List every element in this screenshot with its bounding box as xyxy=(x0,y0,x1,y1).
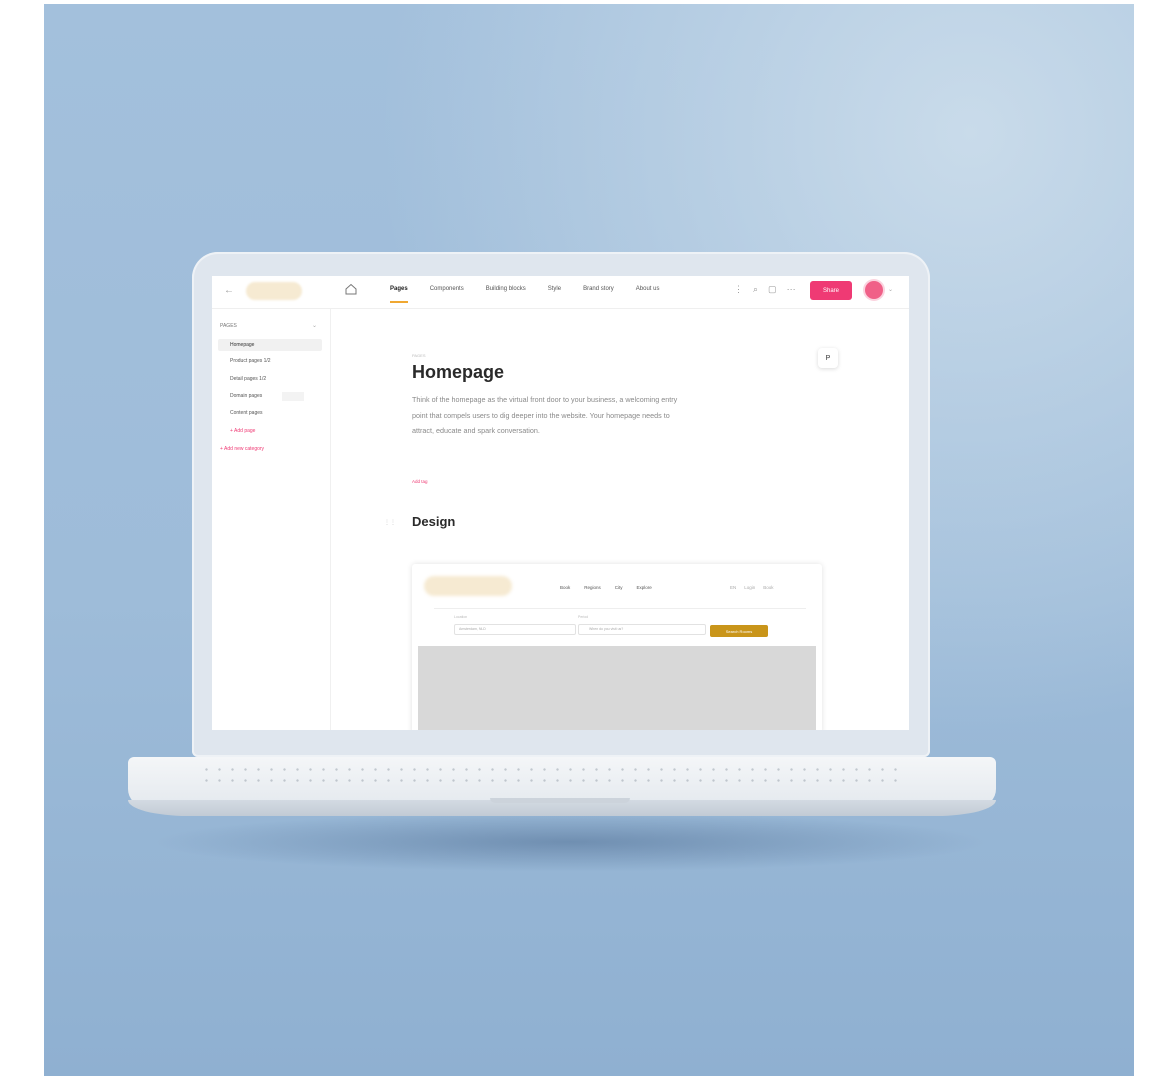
sidebar-item-badge xyxy=(282,392,304,401)
preview-nav: Book Regions City Explore xyxy=(560,585,652,590)
page-title: Homepage xyxy=(412,362,505,382)
collapse-icon[interactable]: ⌄ xyxy=(312,322,317,329)
laptop-screen: ← Pages Components Building blocks Style… xyxy=(212,276,909,730)
tab-building-blocks[interactable]: Building blocks xyxy=(486,286,526,292)
layout-icon[interactable]: ▢ xyxy=(768,284,777,295)
preview-nav-item: City xyxy=(614,585,623,590)
sidebar-item-domain-pages[interactable]: Domain pages xyxy=(230,393,262,399)
preview-field-placeholder: Amsterdam, NLD xyxy=(459,627,486,631)
app-topbar: ← Pages Components Building blocks Style… xyxy=(212,276,909,309)
preview-field-label: Location xyxy=(454,615,468,619)
search-icon[interactable]: ⌕ xyxy=(753,284,758,295)
share-button[interactable]: Share xyxy=(810,281,852,300)
preview-search-form: Location Amsterdam, NLD Period When do y… xyxy=(434,608,806,645)
page-intro: Think of the homepage as the virtual fro… xyxy=(412,395,678,435)
tab-brand-story[interactable]: Brand story xyxy=(583,286,614,292)
preview-logo xyxy=(424,576,512,596)
sidebar-item-label: Homepage xyxy=(230,342,255,348)
sidebar-item-product-pages[interactable]: Product pages 1/2 xyxy=(230,358,271,364)
add-category-link[interactable]: + Add new category xyxy=(220,446,264,452)
preview-tool: Book xyxy=(763,585,774,590)
tab-about-us[interactable]: About us xyxy=(636,286,660,292)
tab-components[interactable]: Components xyxy=(430,286,464,292)
add-tag-link[interactable]: Add tag xyxy=(412,479,428,484)
drag-handle-icon[interactable]: ⋮⋮ xyxy=(384,519,396,526)
more-horizontal-icon[interactable]: ⋯ xyxy=(787,284,796,295)
preview-search-button: Search Rooms xyxy=(710,625,768,637)
avatar[interactable] xyxy=(865,281,883,299)
preview-nav-item: Book xyxy=(560,585,571,590)
sidebar-item-homepage[interactable]: Homepage xyxy=(218,339,322,351)
preview-nav-item: Regions xyxy=(584,585,601,590)
sidebar-item-detail-pages[interactable]: Detail pages 1/2 xyxy=(230,376,266,382)
preview-field-label: Period xyxy=(578,615,589,619)
sidebar-heading: PAGES xyxy=(220,323,237,329)
more-vertical-icon[interactable]: ⋮ xyxy=(734,284,743,295)
pages-sidebar: PAGES ⌄ Homepage Product pages 1/2 Detai… xyxy=(212,309,331,730)
preview-hero-image xyxy=(418,646,816,730)
laptop-notch xyxy=(490,798,630,803)
preview-location-field: Amsterdam, NLD xyxy=(454,624,576,635)
toolbar-icons: ⋮ ⌕ ▢ ⋯ xyxy=(734,284,796,295)
sidebar-item-content-pages[interactable]: Content pages xyxy=(230,410,263,416)
preview-period-field: When do you visit us? xyxy=(578,624,706,635)
format-icon[interactable]: P xyxy=(818,348,838,368)
back-arrow-icon[interactable]: ← xyxy=(224,285,234,296)
preview-nav-item: Explore xyxy=(636,585,652,590)
tab-style[interactable]: Style xyxy=(548,286,561,292)
chevron-down-icon[interactable]: ⌄ xyxy=(888,286,893,293)
preview-tool: EN xyxy=(730,585,737,590)
preview-tools: EN Login Book xyxy=(730,585,774,590)
brand-logo[interactable] xyxy=(246,282,302,300)
section-title-design: Design xyxy=(412,514,456,529)
laptop-shadow xyxy=(150,812,990,872)
keyboard xyxy=(200,764,900,786)
main-nav: Pages Components Building blocks Style B… xyxy=(390,286,681,303)
tab-pages[interactable]: Pages xyxy=(390,286,408,303)
preview-field-placeholder: When do you visit us? xyxy=(589,627,624,631)
home-icon[interactable] xyxy=(344,282,358,296)
design-preview: Book Regions City Explore EN Login Book … xyxy=(412,564,822,730)
add-page-link[interactable]: + Add page xyxy=(230,428,255,434)
breadcrumb[interactable]: PAGES xyxy=(412,353,426,358)
preview-tool: Login xyxy=(744,585,756,590)
